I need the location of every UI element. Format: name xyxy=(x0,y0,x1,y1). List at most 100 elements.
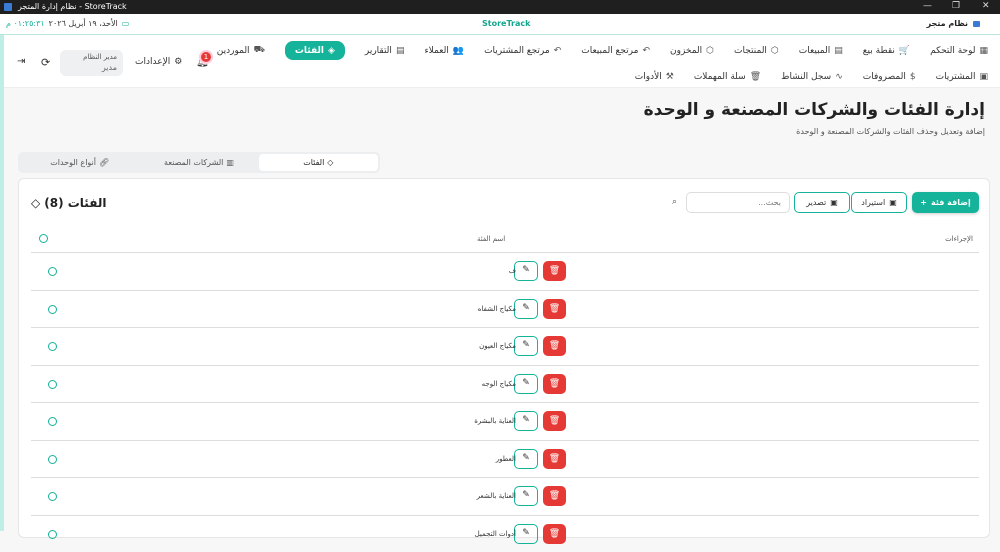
edit-button[interactable]: ✎ xyxy=(514,261,538,281)
table-row: ✎ 🗑︎ مكياج الشفاه xyxy=(31,290,979,328)
edit-button[interactable]: ✎ xyxy=(514,449,538,469)
app-name-text: نظام متجر xyxy=(927,19,968,28)
table-row: ✎ 🗑︎ أدوات التجميل xyxy=(31,515,979,552)
brand-name: StoreTrack xyxy=(482,19,530,28)
edit-button[interactable]: ✎ xyxy=(514,374,538,394)
tab-units[interactable]: 🔗︎أنواع الوحدات xyxy=(20,154,139,171)
nav-label: لوحة التحكم xyxy=(930,46,975,56)
page-title: إدارة الفئات والشركات المصنعة و الوحدة xyxy=(644,100,985,120)
nav-icon: 👥 xyxy=(453,46,464,56)
nav-item[interactable]: ↶ مرتجع المبيعات xyxy=(581,41,650,60)
row-checkbox[interactable] xyxy=(48,380,57,389)
tab-label: الفئات xyxy=(303,158,324,167)
nav-label: الموردين xyxy=(217,46,250,56)
category-name: العناية بالشعر xyxy=(477,492,516,500)
select-all-checkbox[interactable] xyxy=(39,234,48,243)
edit-button[interactable]: ✎ xyxy=(514,524,538,544)
table-row: ✎ 🗑︎ ف xyxy=(31,252,979,290)
nav-label: المصروفات xyxy=(863,72,906,82)
user-role: مدير xyxy=(66,63,117,72)
nav-icon: ⬡ xyxy=(706,46,714,56)
nav-row-2: ▣المشتريات $المصروفات ∿سجل النشاط 🗑سلة المه… xyxy=(635,67,988,86)
app-name: نظام متجر xyxy=(927,19,980,28)
nav-icon: ⛟ xyxy=(254,45,265,56)
nav-icon: ⬡ xyxy=(771,46,779,56)
nav-item[interactable]: ▤ المبيعات xyxy=(799,41,843,60)
edit-button[interactable]: ✎ xyxy=(514,411,538,431)
edit-button[interactable]: ✎ xyxy=(514,336,538,356)
category-name: العطور xyxy=(496,455,516,463)
nav-icon: ▤ xyxy=(834,46,843,56)
nav-icon: 🗑 xyxy=(750,72,761,82)
nav-item[interactable]: ↶مرتجع المشتريات xyxy=(484,41,561,60)
search-icon: ⌕ xyxy=(672,197,677,207)
nav-label: نقطة بيع xyxy=(863,46,895,56)
row-checkbox[interactable] xyxy=(48,455,57,464)
tag-icon: ◇ xyxy=(31,196,40,210)
nav-item[interactable]: 🛒 نقطة بيع xyxy=(863,41,910,60)
table-row: ✎ 🗑︎ العناية بالشعر xyxy=(31,477,979,515)
settings-button[interactable]: ⚙الإعدادات xyxy=(135,57,182,67)
delete-button[interactable]: 🗑︎ xyxy=(543,411,566,431)
delete-button[interactable]: 🗑︎ xyxy=(543,261,566,281)
logout-icon[interactable]: ⇥ xyxy=(17,56,25,67)
edit-button[interactable]: ✎ xyxy=(514,299,538,319)
card-title: الفئات (8)◇ xyxy=(31,196,106,210)
refresh-icon[interactable]: ⟳ xyxy=(41,56,50,69)
nav-icon: ⚒ xyxy=(666,72,674,82)
nav-label: المبيعات xyxy=(799,46,830,56)
app-icon xyxy=(4,3,12,11)
nav-icon: ◈ xyxy=(328,46,335,56)
nav-label: المشتريات xyxy=(936,72,976,82)
delete-button[interactable]: 🗑︎ xyxy=(543,524,566,544)
date-time: ▭ الأحد، ١٩ أبريل ٢٠٢٦ ٠١:٢٥:٣١ م xyxy=(6,19,129,28)
nav-item[interactable]: ◈الفئات xyxy=(285,41,345,60)
close-button[interactable]: ✕ xyxy=(982,1,990,11)
table-row: ✎ 🗑︎ العناية بالبشرة xyxy=(31,402,979,440)
monitor-icon: ▭ xyxy=(122,19,130,28)
search-input[interactable] xyxy=(686,192,790,213)
nav-item[interactable]: ⬡المخزون xyxy=(670,41,714,60)
user-box[interactable]: مدير النظام مدير xyxy=(60,50,123,76)
import-button[interactable]: ▣استيراد xyxy=(851,192,907,213)
tab-categories[interactable]: ◇الفئات xyxy=(259,154,378,171)
add-category-button[interactable]: إضافة فئة+ xyxy=(912,192,979,213)
minimize-button[interactable]: — xyxy=(923,1,932,11)
nav-label: سجل النشاط xyxy=(781,72,831,82)
delete-button[interactable]: 🗑︎ xyxy=(543,336,566,356)
nav-icon: 🛒 xyxy=(899,46,910,56)
export-button[interactable]: ▣تصدير xyxy=(794,192,850,213)
tab-manufacturers[interactable]: ▥الشركات المصنعة xyxy=(139,154,258,171)
nav-item[interactable]: $المصروفات xyxy=(863,67,916,86)
nav-item[interactable]: ⛟ الموردين xyxy=(217,41,265,60)
page-subtitle: إضافة وتعديل وحذف الفئات والشركات المصنع… xyxy=(796,127,985,136)
notification-badge: 1 xyxy=(201,52,211,62)
delete-button[interactable]: 🗑︎ xyxy=(543,449,566,469)
maximize-button[interactable]: ❐ xyxy=(952,1,960,11)
edit-button[interactable]: ✎ xyxy=(514,486,538,506)
nav-item[interactable]: ⚒الأدوات xyxy=(635,67,674,86)
delete-button[interactable]: 🗑︎ xyxy=(543,374,566,394)
nav-label: مرتجع المبيعات xyxy=(581,46,638,56)
nav-label: المنتجات xyxy=(734,46,767,56)
nav-item[interactable]: ▦لوحة التحكم xyxy=(930,41,988,60)
nav-item[interactable]: 🗑سلة المهملات xyxy=(694,67,761,86)
delete-button[interactable]: 🗑︎ xyxy=(543,486,566,506)
delete-button[interactable]: 🗑︎ xyxy=(543,299,566,319)
row-checkbox[interactable] xyxy=(48,305,57,314)
row-checkbox[interactable] xyxy=(48,342,57,351)
nav-item[interactable]: ▤التقارير xyxy=(365,41,405,60)
nav-item[interactable]: 👥العملاء xyxy=(424,41,464,60)
category-name: ف xyxy=(509,267,516,275)
table-row: ✎ 🗑︎ مكياج العيون xyxy=(31,327,979,365)
nav-item[interactable]: ⬡ المنتجات xyxy=(734,41,779,60)
nav-item[interactable]: ▣المشتريات xyxy=(936,67,988,86)
nav-icon: ↶ xyxy=(642,46,650,56)
nav-item[interactable]: ∿سجل النشاط xyxy=(781,67,843,86)
tab-label: الشركات المصنعة xyxy=(164,158,223,167)
row-checkbox[interactable] xyxy=(48,417,57,426)
header-actions: الإجراءات xyxy=(945,235,973,243)
row-checkbox[interactable] xyxy=(48,267,57,276)
date-text: الأحد، ١٩ أبريل ٢٠٢٦ xyxy=(49,19,118,28)
row-checkbox[interactable] xyxy=(48,492,57,501)
